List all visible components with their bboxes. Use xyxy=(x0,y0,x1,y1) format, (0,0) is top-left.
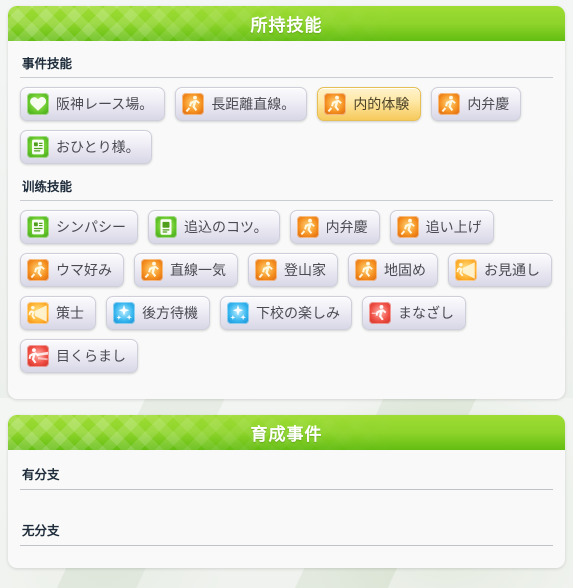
skill-badge-label: 下校の楽しみ xyxy=(256,305,340,321)
skill-badge-label: 追い上げ xyxy=(425,219,482,235)
note-skill-icon xyxy=(27,136,49,158)
events-card-header: 育成事件 xyxy=(8,415,565,450)
skill-badge-label: まなざし xyxy=(398,305,454,321)
event-group-branching: 有分支 xyxy=(20,462,553,490)
heart-skill-icon xyxy=(27,93,49,115)
runner-skill-icon xyxy=(324,93,347,115)
skill-badge[interactable]: 阪神レース場。 xyxy=(20,87,166,121)
runner-skill-icon xyxy=(355,259,377,281)
event-group-label-non-branching: 无分支 xyxy=(22,524,60,538)
runner-skill-icon xyxy=(182,93,205,115)
skill-badge[interactable]: 追込のコツ。 xyxy=(148,210,280,244)
skill-badge-label: 追込のコツ。 xyxy=(184,219,268,235)
skill-badge[interactable]: 下校の楽しみ xyxy=(220,296,352,330)
section-title-event-skills: 事件技能 xyxy=(22,57,73,71)
spotlight-skill-icon xyxy=(27,302,49,324)
skill-badge[interactable]: 策士 xyxy=(20,296,96,330)
skill-badge-label: 目くらまし xyxy=(56,348,126,364)
runner-skill-icon xyxy=(296,216,319,238)
flash-skill-icon xyxy=(27,345,49,367)
skill-badge-label: ウマ好み xyxy=(56,262,112,278)
events-card-title: 育成事件 xyxy=(250,425,323,444)
event-group-non-branching: 无分支 xyxy=(20,518,553,546)
skills-card-title: 所持技能 xyxy=(250,16,323,35)
spotlight-skill-icon xyxy=(455,259,477,281)
skill-badge-label: 地固め xyxy=(384,262,426,278)
skill-badge[interactable]: 後方待機 xyxy=(106,296,210,330)
sparkle-skill-icon xyxy=(227,302,249,324)
skill-badge-label: 阪神レース場。 xyxy=(56,96,154,112)
skill-badge-label: 内弁慶 xyxy=(325,219,368,235)
training-skills-badge-list: シンパシー 追込のコツ。 内弁慶 追い上げウマ好み 直線一気 登山家 地固め お見通し策士 後方… xyxy=(20,210,553,379)
event-group-label-branching: 有分支 xyxy=(22,468,60,482)
skill-badge[interactable]: お見通し xyxy=(448,253,552,287)
section-divider xyxy=(20,200,553,201)
skills-card-body: 事件技能 阪神レース場。 長距離直線。 内的体験 内弁慶 おひとり様。 训练技能 シンパ… xyxy=(8,41,565,399)
skill-badge[interactable]: 内弁慶 xyxy=(431,87,522,121)
skill-badge-label: 後方待機 xyxy=(142,305,198,321)
event-skills-badge-list: 阪神レース場。 長距離直線。 内的体験 内弁慶おひとり様。 xyxy=(20,87,553,170)
events-card-body: 有分支 无分支 xyxy=(8,450,565,568)
skill-badge-label: おひとり様。 xyxy=(56,139,140,155)
runner-skill-icon xyxy=(255,259,277,281)
event-divider xyxy=(20,545,553,546)
skill-badge[interactable]: 登山家 xyxy=(248,253,338,287)
skill-badge[interactable]: 内的体験 xyxy=(317,87,422,121)
skill-badge-label: 内的体験 xyxy=(353,96,410,112)
skill-badge[interactable]: 地固め xyxy=(348,253,438,287)
note-skill-icon xyxy=(27,216,49,238)
page-content: 所持技能 事件技能 阪神レース場。 長距離直線。 内的体験 内弁慶 おひとり様。 训练技… xyxy=(0,0,573,568)
gaze-skill-icon xyxy=(369,302,391,324)
skills-card: 所持技能 事件技能 阪神レース場。 長距離直線。 内的体験 内弁慶 おひとり様。 训练技… xyxy=(8,6,565,399)
skill-badge-label: 長距離直線。 xyxy=(211,96,296,112)
skill-badge-label: 直線一気 xyxy=(170,262,226,278)
event-divider xyxy=(20,489,553,490)
skill-badge-label: 登山家 xyxy=(284,262,326,278)
skill-badge-label: シンパシー xyxy=(56,219,126,235)
skill-badge[interactable]: シンパシー xyxy=(20,210,138,244)
skill-badge[interactable]: ウマ好み xyxy=(20,253,124,287)
skills-card-header: 所持技能 xyxy=(8,6,565,41)
skill-badge[interactable]: 追い上げ xyxy=(389,210,494,244)
runner-skill-icon xyxy=(27,259,49,281)
section-training-skills: 训练技能 シンパシー 追込のコツ。 内弁慶 追い上げウマ好み 直線一気 登山家 地固め お見通… xyxy=(20,176,553,379)
skill-badge[interactable]: まなざし xyxy=(362,296,466,330)
sparkle-skill-icon xyxy=(113,302,135,324)
section-title-training-skills: 训练技能 xyxy=(22,180,73,194)
skill-badge[interactable]: おひとり様。 xyxy=(20,130,152,164)
skill-badge[interactable]: 目くらまし xyxy=(20,339,138,373)
skill-badge[interactable]: 直線一気 xyxy=(134,253,238,287)
book-skill-icon xyxy=(155,216,177,238)
skill-badge-label: お見通し xyxy=(484,262,540,278)
runner-skill-icon xyxy=(396,216,419,238)
skill-badge[interactable]: 内弁慶 xyxy=(289,210,380,244)
skill-badge-label: 策士 xyxy=(56,305,84,321)
section-divider xyxy=(20,77,553,78)
skill-badge-label: 内弁慶 xyxy=(467,96,510,112)
runner-skill-icon xyxy=(438,93,461,115)
section-event-skills: 事件技能 阪神レース場。 長距離直線。 内的体験 内弁慶おひとり様。 xyxy=(20,53,553,170)
events-card: 育成事件 有分支 无分支 xyxy=(8,415,565,568)
runner-skill-icon xyxy=(141,259,163,281)
skill-badge[interactable]: 長距離直線。 xyxy=(175,87,308,121)
